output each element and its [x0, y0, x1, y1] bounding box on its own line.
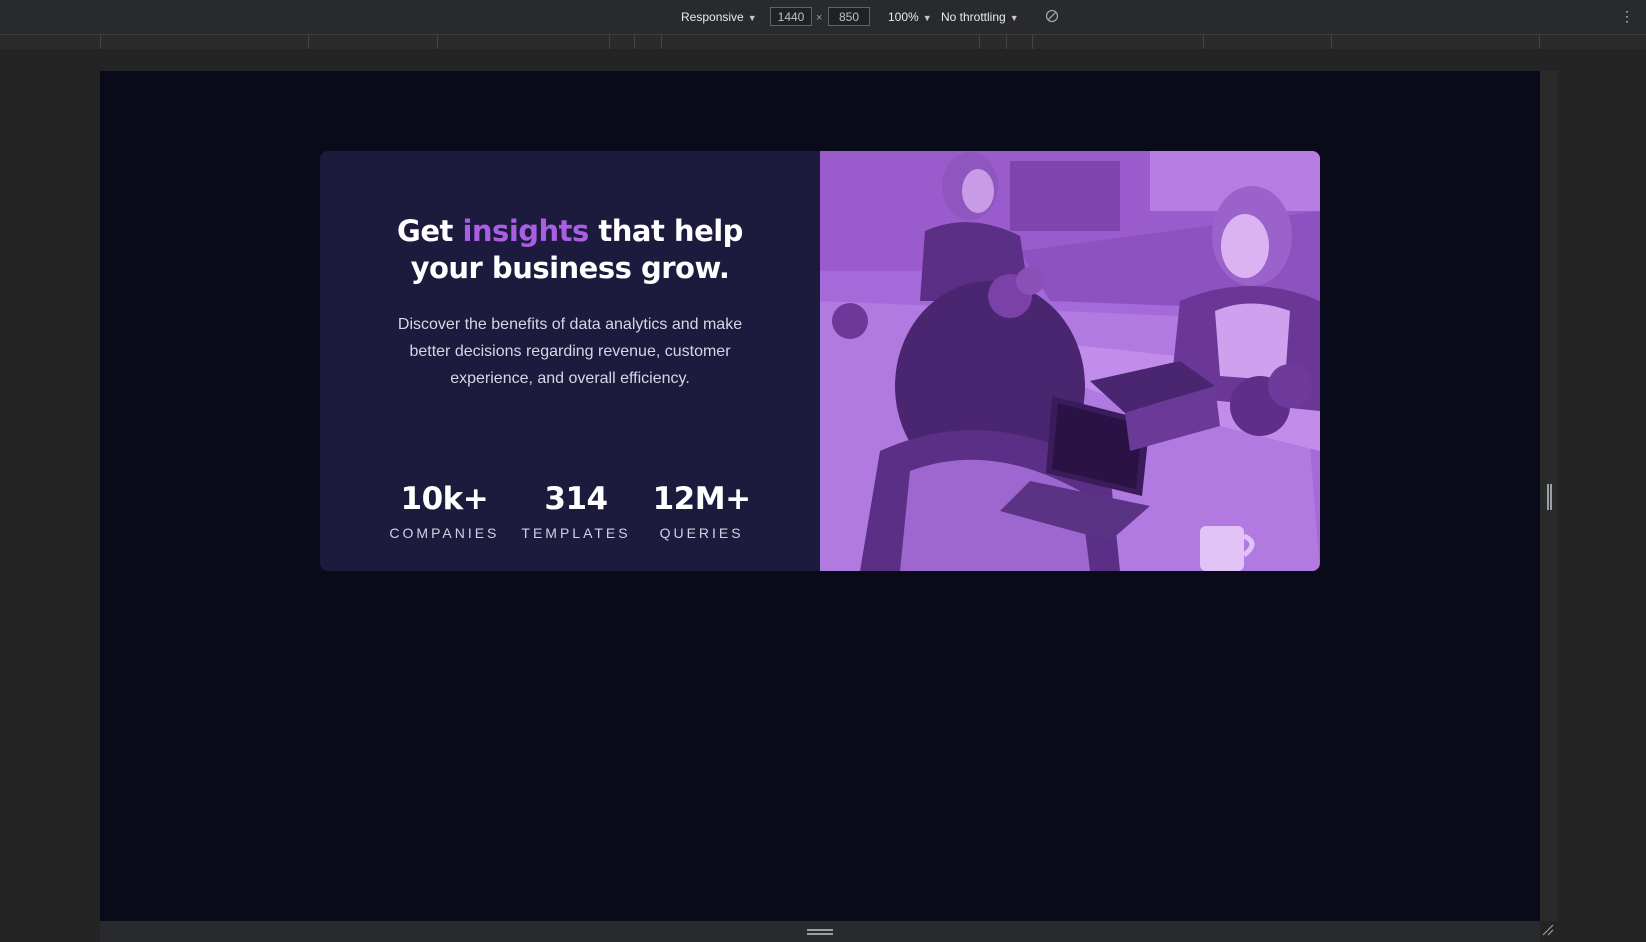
- stat-value: 314: [544, 481, 608, 517]
- chevron-down-icon: ▼: [922, 13, 932, 23]
- media-query-segment[interactable]: [979, 35, 980, 49]
- media-query-segment[interactable]: [437, 35, 438, 49]
- media-query-segment[interactable]: [1539, 35, 1540, 49]
- media-query-segment[interactable]: [100, 35, 101, 49]
- stat-value: 10k+: [400, 481, 489, 517]
- stat-label: QUERIES: [659, 525, 744, 541]
- stat-companies: 10k+ COMPANIES: [389, 481, 499, 541]
- chevron-down-icon: ▼: [1009, 13, 1019, 23]
- chevron-down-icon: ▼: [747, 13, 757, 23]
- stat-value: 12M+: [652, 481, 751, 517]
- stat-label: COMPANIES: [389, 525, 500, 541]
- dimension-separator: ×: [816, 12, 823, 24]
- rotate-icon[interactable]: [1045, 9, 1059, 23]
- headline-text-start: Get: [397, 214, 463, 248]
- media-query-segment[interactable]: [1203, 35, 1204, 49]
- media-query-segment[interactable]: [1331, 35, 1332, 49]
- card-content: Get insights that help your business gro…: [320, 151, 820, 571]
- stats-preview-card: Get insights that help your business gro…: [320, 151, 1320, 571]
- viewport-bottom-bar: [100, 921, 1540, 942]
- media-query-segment[interactable]: [308, 35, 309, 49]
- headline-accent: insights: [462, 214, 589, 248]
- resize-side-handle[interactable]: [1547, 484, 1552, 510]
- media-query-segment[interactable]: [1006, 35, 1007, 49]
- devtools-toolbar: Responsive ▼ 1440 × 850 100% ▼ No throttli…: [0, 0, 1646, 35]
- throttle-label: No throttling: [941, 10, 1006, 24]
- width-input[interactable]: 1440: [770, 7, 812, 26]
- office-team-photo: [820, 151, 1320, 571]
- stat-templates: 314 TEMPLATES: [521, 481, 630, 541]
- height-input[interactable]: 850: [828, 7, 870, 26]
- zoom-select[interactable]: 100% ▼: [888, 10, 932, 24]
- device-label: Responsive: [681, 10, 744, 24]
- media-query-segment[interactable]: [1032, 35, 1033, 49]
- card-description: Discover the benefits of data analytics …: [397, 316, 743, 387]
- device-select[interactable]: Responsive ▼: [681, 10, 757, 24]
- stats-row: 10k+ COMPANIES 314 TEMPLATES 12M+ QUERIE…: [320, 481, 820, 541]
- media-query-bar: [0, 35, 1646, 49]
- card-headline: Get insights that help your business gro…: [370, 213, 770, 287]
- stat-label: TEMPLATES: [521, 525, 631, 541]
- card-image: [820, 151, 1320, 571]
- drag-handle-icon[interactable]: [807, 929, 833, 935]
- media-query-segment[interactable]: [661, 35, 662, 49]
- throttle-select[interactable]: No throttling ▼: [941, 10, 1019, 24]
- device-viewport: Get insights that help your business gro…: [100, 71, 1540, 921]
- zoom-label: 100%: [888, 10, 919, 24]
- stat-queries: 12M+ QUERIES: [653, 481, 751, 541]
- resize-corner-icon[interactable]: [1542, 924, 1554, 936]
- media-query-segment[interactable]: [609, 35, 610, 49]
- media-query-segment[interactable]: [634, 35, 635, 49]
- more-vert-icon[interactable]: ⋮: [1620, 9, 1634, 23]
